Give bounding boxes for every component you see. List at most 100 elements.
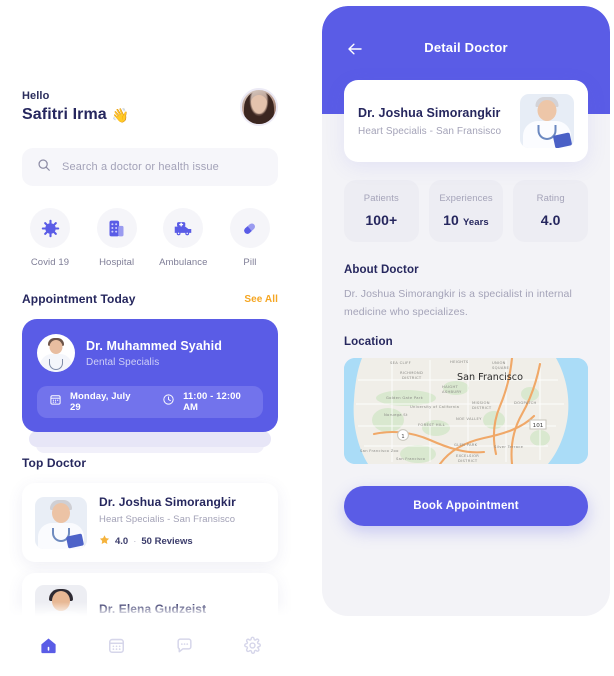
greeting-username: Safitri Irma <box>22 106 107 123</box>
greeting-text-block: Hello Safitri Irma 👋 <box>22 90 129 124</box>
svg-text:DOGPATCH: DOGPATCH <box>514 401 537 405</box>
stat-value-wrap: 4.0 <box>519 212 582 228</box>
avatar[interactable] <box>240 88 278 126</box>
appointment-card[interactable]: Dr. Muhammed Syahid Dental Specialis Mon… <box>22 319 278 432</box>
nav-item-messages[interactable] <box>175 636 194 660</box>
doctor-name: Dr. Joshua Simorangkir <box>99 495 236 509</box>
svg-text:HAIGHT: HAIGHT <box>442 385 459 389</box>
home-scroll-content: Hello Safitri Irma 👋 Search a doctor or … <box>0 0 300 649</box>
bottom-navigation <box>0 620 300 676</box>
category-item-hospital[interactable]: Hospital <box>89 208 145 268</box>
doctor-info: Dr. Elena Gudzeist <box>99 602 206 621</box>
card-stack-layer-1 <box>29 431 271 447</box>
svg-text:SEA CLIFF: SEA CLIFF <box>390 361 411 365</box>
chat-bubble-icon <box>176 638 192 653</box>
svg-text:HEIGHTS: HEIGHTS <box>450 360 469 364</box>
hospital-building-icon <box>109 220 124 236</box>
svg-text:Silver Terrace: Silver Terrace <box>494 445 524 449</box>
svg-text:SQUARE: SQUARE <box>492 366 510 370</box>
doctor-summary-card[interactable]: Dr. Joshua Simorangkir Heart Specialis -… <box>344 80 588 162</box>
about-doctor-text: Dr. Joshua Simorangkir is a specialist i… <box>344 288 572 319</box>
search-input[interactable]: Search a doctor or health issue <box>62 161 219 173</box>
svg-text:ASHBURY: ASHBURY <box>442 390 462 394</box>
appointment-section-title: Appointment Today <box>22 292 136 306</box>
appointment-time: 11:00 - 12:00 AM <box>183 391 241 413</box>
svg-text:UNION: UNION <box>492 361 506 365</box>
rating-separator: · <box>133 535 137 547</box>
svg-text:DISTRICT: DISTRICT <box>472 406 492 410</box>
stat-card-rating: Rating 4.0 <box>513 180 589 242</box>
appointment-doctor-specialty: Dental Specialis <box>86 356 160 368</box>
book-appointment-wrap: Book Appointment <box>322 485 610 526</box>
svg-text:MISSION: MISSION <box>472 401 490 405</box>
nav-item-schedule[interactable] <box>107 636 126 660</box>
location-map[interactable]: 1 101 SEA CLIFF HEIGHTS UNION SQUARE RIC… <box>344 357 588 464</box>
stat-value-wrap: 10 Years <box>435 212 498 228</box>
category-item-covid-19[interactable]: Covid 19 <box>22 208 78 268</box>
category-row: Covid 19 Hospital Ambulance Pill <box>0 208 300 268</box>
doctor-specialty: Heart Specialis - San Fransisco <box>358 125 502 137</box>
pill-capsule-icon <box>244 222 256 234</box>
doctor-review-count: 50 Reviews <box>141 535 193 547</box>
stat-label: Experiences <box>439 193 493 204</box>
back-button[interactable] <box>344 40 366 58</box>
stat-card-experiences: Experiences 10 Years <box>428 180 504 242</box>
nav-item-settings[interactable] <box>243 636 262 660</box>
doctor-photo <box>35 496 87 549</box>
appointment-section-header: Appointment Today See All <box>0 292 300 306</box>
svg-text:FOREST HILL: FOREST HILL <box>418 423 446 427</box>
doctor-stats-row: Patients 100+ Experiences 10 Years Ratin… <box>344 180 589 242</box>
appointment-card-stack: Dr. Muhammed Syahid Dental Specialis Mon… <box>22 319 278 453</box>
appointment-doctor-row: Dr. Muhammed Syahid Dental Specialis <box>37 334 263 372</box>
doctor-rating-row: 4.0 · 50 Reviews <box>99 532 236 550</box>
category-label: Covid 19 <box>30 257 70 268</box>
location-title: Location <box>344 335 393 348</box>
stat-label: Rating <box>536 193 565 204</box>
doctor-summary-text: Dr. Joshua Simorangkir Heart Specialis -… <box>358 106 510 137</box>
map-graphic: 1 101 SEA CLIFF HEIGHTS UNION SQUARE RIC… <box>344 357 588 464</box>
stat-value-wrap: 100+ <box>350 212 413 228</box>
svg-text:University of California: University of California <box>410 405 459 409</box>
map-city-label: San Francisco <box>457 372 523 383</box>
svg-text:RICHMOND: RICHMOND <box>400 371 423 375</box>
calendar-icon <box>49 393 62 411</box>
calendar-icon <box>108 638 124 653</box>
svg-text:GLEN PARK: GLEN PARK <box>454 443 478 447</box>
category-icon-wrap <box>163 208 204 248</box>
virus-icon <box>41 219 59 237</box>
see-all-link[interactable]: See All <box>244 294 278 305</box>
home-screen: Hello Safitri Irma 👋 Search a doctor or … <box>0 0 300 676</box>
top-doctor-section-header: Top Doctor <box>0 456 300 470</box>
doctor-specialty: Heart Specialis - San Fransisco <box>99 514 236 525</box>
category-icon-wrap <box>30 208 70 248</box>
doctor-name: Dr. Joshua Simorangkir <box>358 105 501 120</box>
list-item[interactable]: Dr. Joshua Simorangkir Heart Specialis -… <box>22 483 278 562</box>
category-item-ambulance[interactable]: Ambulance <box>155 208 211 268</box>
search-icon <box>37 158 51 177</box>
star-icon <box>99 532 110 550</box>
svg-text:San Francisco Zoo: San Francisco Zoo <box>360 449 399 453</box>
book-appointment-button[interactable]: Book Appointment <box>344 485 588 526</box>
appointment-doctor-name: Dr. Muhammed Syahid <box>86 338 222 353</box>
category-item-pill[interactable]: Pill <box>222 208 278 268</box>
category-label: Pill <box>243 257 257 268</box>
doctor-rating-value: 4.0 <box>115 535 129 547</box>
svg-text:NOE VALLEY: NOE VALLEY <box>456 417 482 421</box>
search-bar[interactable]: Search a doctor or health issue <box>22 148 278 186</box>
svg-text:Noruega St: Noruega St <box>384 413 408 417</box>
stat-unit: Years <box>462 217 489 228</box>
nav-item-home[interactable] <box>39 636 58 660</box>
stat-value: 4.0 <box>540 212 561 228</box>
appointment-doctor-avatar <box>37 334 75 372</box>
appointment-datetime-pill: Monday, July 29 11:00 - 12:00 AM <box>37 386 263 418</box>
doctor-photo <box>520 94 574 148</box>
app-screenshot: Hello Safitri Irma 👋 Search a doctor or … <box>0 0 614 676</box>
stat-value: 10 <box>443 212 459 228</box>
svg-text:Golden Gate Park: Golden Gate Park <box>386 396 424 400</box>
top-doctor-section-title: Top Doctor <box>22 456 87 470</box>
detail-body: Dr. Joshua Simorangkir Heart Specialis -… <box>322 80 610 464</box>
appointment-date: Monday, July 29 <box>70 391 131 413</box>
clock-icon <box>162 393 175 411</box>
svg-text:EXCELSIOR: EXCELSIOR <box>456 454 479 458</box>
svg-text:DISTRICT: DISTRICT <box>402 376 422 380</box>
